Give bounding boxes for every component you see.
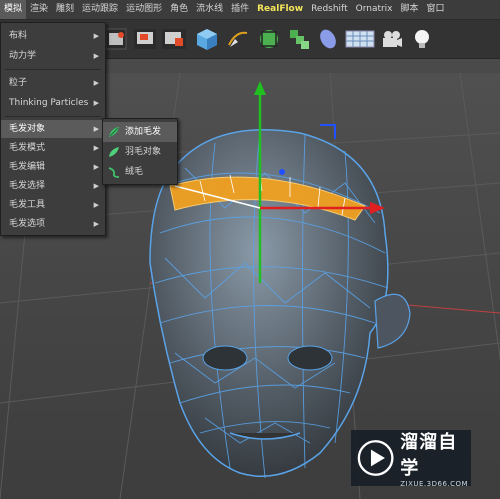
menu-item-hair-edit[interactable]: 毛发编辑 ▶	[1, 158, 105, 176]
submenu-item-feather-object-label: 羽毛对象	[125, 147, 162, 157]
fur-icon	[107, 165, 121, 179]
submenu-arrow-icon: ▶	[93, 182, 99, 190]
menu-pipeline[interactable]: 流水线	[192, 0, 227, 19]
menu-item-cloth-label: 布料	[9, 31, 28, 41]
menu-motion-tracking[interactable]: 运动跟踪	[78, 0, 122, 19]
submenu-arrow-icon: ▶	[93, 52, 99, 60]
menu-redshift[interactable]: Redshift	[307, 0, 352, 19]
submenu-arrow-icon: ▶	[93, 144, 99, 152]
simulate-dropdown: 布料 ▶ 动力学 ▶ 粒子 ▶ Thinking Particles ▶ 毛发对…	[0, 22, 106, 236]
menu-item-hair-tools[interactable]: 毛发工具 ▶	[1, 196, 105, 214]
menu-item-hair-objects-label: 毛发对象	[9, 124, 46, 134]
camera-icon[interactable]	[378, 24, 406, 54]
menu-item-particles-label: 粒子	[9, 78, 28, 88]
menu-item-thinking-particles[interactable]: Thinking Particles ▶	[1, 94, 105, 112]
menu-item-hair-selection[interactable]: 毛发选择 ▶	[1, 177, 105, 195]
submenu-item-add-hair-label: 添加毛发	[125, 127, 162, 137]
menu-mograph[interactable]: 运动图形	[122, 0, 166, 19]
menu-sculpt[interactable]: 雕刻	[52, 0, 78, 19]
submenu-arrow-icon: ▶	[93, 32, 99, 40]
hair-objects-submenu: 添加毛发 羽毛对象 绒毛	[102, 118, 178, 185]
array-icon[interactable]	[285, 24, 313, 54]
submenu-item-add-hair[interactable]: 添加毛发	[103, 122, 177, 142]
menu-realflow[interactable]: RealFlow	[253, 0, 307, 19]
play-logo-icon	[357, 440, 394, 476]
watermark-url: ZIXUE.3D66.COM	[400, 480, 469, 488]
submenu-item-fur-label: 绒毛	[125, 167, 144, 177]
submenu-arrow-icon: ▶	[93, 79, 99, 87]
menu-render[interactable]: 渲染	[26, 0, 52, 19]
submenu-arrow-icon: ▶	[93, 201, 99, 209]
submenu-arrow-icon: ▶	[93, 99, 99, 107]
submenu-arrow-icon: ▶	[93, 220, 99, 228]
menu-script[interactable]: 脚本	[397, 0, 423, 19]
menu-divider	[5, 116, 101, 117]
menu-ornatrix[interactable]: Ornatrix	[352, 0, 397, 19]
ear-mesh	[374, 293, 411, 349]
cube-icon[interactable]	[193, 24, 221, 54]
subdivision-icon[interactable]	[255, 24, 283, 54]
menu-item-hair-tools-label: 毛发工具	[9, 200, 46, 210]
menu-item-hair-mode-label: 毛发模式	[9, 143, 46, 153]
menu-simulate[interactable]: 模拟	[0, 0, 27, 19]
menu-item-hair-options-label: 毛发选项	[9, 219, 46, 229]
submenu-arrow-icon: ▶	[93, 125, 99, 133]
menu-item-hair-options[interactable]: 毛发选项 ▶	[1, 215, 105, 233]
menu-item-dynamics-label: 动力学	[9, 51, 37, 61]
floor-grid-icon[interactable]	[343, 24, 377, 54]
menu-item-cloth[interactable]: 布料 ▶	[1, 27, 105, 45]
submenu-arrow-icon: ▶	[93, 163, 99, 171]
submenu-item-fur[interactable]: 绒毛	[103, 162, 177, 182]
menu-item-hair-objects[interactable]: 毛发对象 ▶	[1, 120, 105, 138]
watermark-name: 溜溜自学	[400, 432, 458, 479]
submenu-item-feather-object[interactable]: 羽毛对象	[103, 142, 177, 162]
light-bulb-icon[interactable]	[408, 24, 436, 54]
menu-item-dynamics[interactable]: 动力学 ▶	[1, 47, 105, 65]
menu-character[interactable]: 角色	[166, 0, 192, 19]
menu-item-hair-mode[interactable]: 毛发模式 ▶	[1, 139, 105, 157]
deformer-icon[interactable]	[314, 24, 342, 54]
menu-item-hair-edit-label: 毛发编辑	[9, 162, 46, 172]
menu-item-particles[interactable]: 粒子 ▶	[1, 74, 105, 92]
feather-icon	[107, 145, 121, 159]
pen-spline-icon[interactable]	[224, 24, 252, 54]
menu-item-thinking-particles-label: Thinking Particles	[9, 98, 89, 108]
add-hair-icon	[107, 125, 121, 139]
toolbar-partial-icons	[104, 26, 190, 52]
menu-item-hair-selection-label: 毛发选择	[9, 181, 46, 191]
watermark: 溜溜自学 ZIXUE.3D66.COM	[351, 430, 471, 488]
menu-window[interactable]: 窗口	[423, 0, 449, 19]
menu-bar: 模拟 渲染 雕刻 运动跟踪 运动图形 角色 流水线 插件 RealFlow Re…	[0, 0, 500, 20]
menu-divider	[5, 69, 101, 70]
menu-plugins[interactable]: 插件	[227, 0, 253, 19]
